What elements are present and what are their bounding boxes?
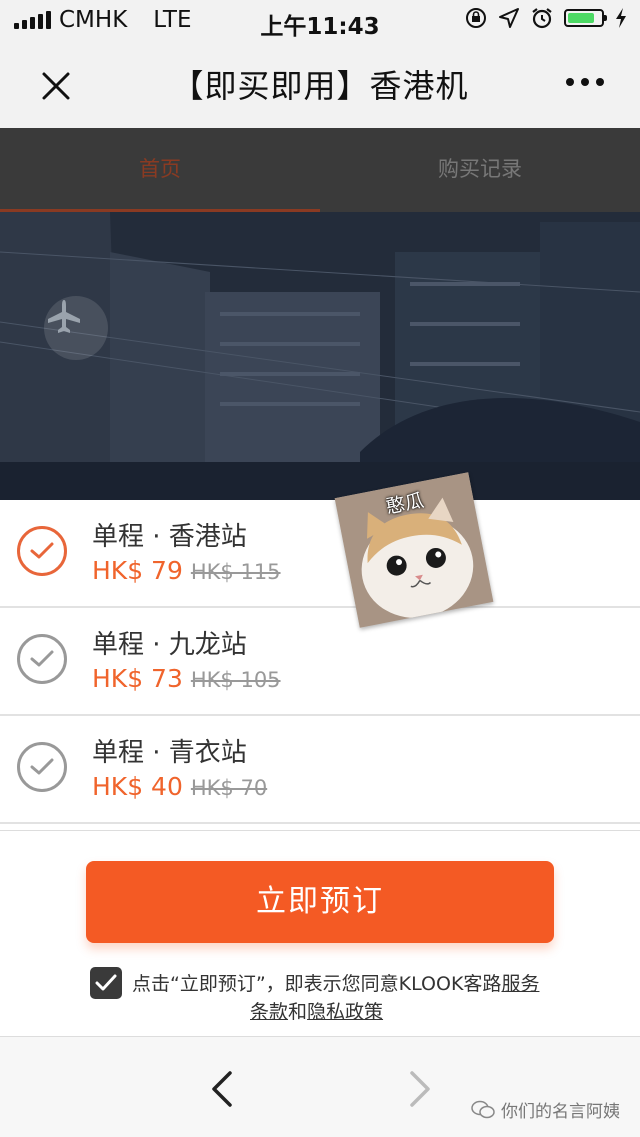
close-icon[interactable] (36, 66, 76, 106)
network-label: LTE (153, 7, 192, 33)
original-price: HK$ 115 (190, 560, 281, 584)
ticket-price: HK$ 40 (92, 772, 183, 801)
original-price: HK$ 105 (190, 668, 281, 692)
agreement-prefix: 点击“立即预订”，即表示您同意KLOOK客路 (132, 973, 502, 995)
ticket-price: HK$ 73 (92, 664, 183, 693)
cat-sticker: 憨瓜 (334, 472, 494, 628)
agreement-and: 和 (288, 1001, 308, 1023)
book-now-button[interactable]: 立即预订 (86, 861, 554, 943)
agreement-line-2: 条款和隐私政策 (250, 997, 383, 1024)
watermark-text: 你们的名言阿姨 (501, 1102, 620, 1122)
ticket-option-tsing-yi[interactable]: 单程 · 青衣站 HK$ 40 HK$ 70 (0, 716, 640, 824)
agree-checkbox[interactable] (90, 967, 122, 999)
airplane-icon (44, 296, 108, 360)
ticket-option-list: 单程 · 香港站 HK$ 79 HK$ 115 单程 · 九龙站 HK$ 73 … (0, 500, 640, 824)
radio-unselected-icon[interactable] (17, 742, 67, 792)
terms-link[interactable]: 服务 (501, 973, 539, 995)
radio-unselected-icon[interactable] (17, 634, 67, 684)
more-icon[interactable] (566, 78, 604, 86)
carrier-label: CMHK (59, 7, 128, 33)
status-bar: CMHK LTE 上午11:43 (0, 0, 640, 40)
ticket-option-name: 单程 · 香港站 (92, 522, 247, 552)
navigation-bar: 【即买即用】香港机 (0, 40, 640, 128)
terms-link-continued[interactable]: 条款 (250, 1001, 288, 1023)
agreement-text: 点击“立即预订”，即表示您同意KLOOK客路服务 (132, 971, 562, 997)
alarm-icon (532, 8, 552, 29)
back-arrow-icon[interactable] (208, 1069, 236, 1109)
status-icons (464, 6, 628, 30)
wechat-icon (471, 1100, 495, 1118)
privacy-policy-link[interactable]: 隐私政策 (307, 1001, 383, 1023)
price-row: HK$ 40 HK$ 70 (92, 772, 267, 801)
charging-icon (616, 8, 626, 28)
ticket-option-name: 单程 · 九龙站 (92, 630, 247, 660)
ticket-price: HK$ 79 (92, 556, 183, 585)
tab-bar: 首页 购买记录 (0, 128, 640, 212)
ticket-option-kowloon[interactable]: 单程 · 九龙站 HK$ 73 HK$ 105 (0, 608, 640, 716)
orientation-lock-icon (466, 8, 486, 28)
tab-purchase-history[interactable]: 购买记录 (320, 128, 640, 212)
tab-home[interactable]: 首页 (0, 128, 320, 212)
radio-selected-icon[interactable] (17, 526, 67, 576)
location-icon (499, 8, 519, 28)
browser-toolbar: 你们的名言阿姨 (0, 1036, 640, 1137)
ticket-option-hong-kong[interactable]: 单程 · 香港站 HK$ 79 HK$ 115 (0, 500, 640, 608)
ticket-option-name: 单程 · 青衣站 (92, 738, 247, 768)
price-row: HK$ 79 HK$ 115 (92, 556, 281, 585)
battery-icon (564, 9, 607, 27)
page-title: 【即买即用】香港机 (171, 67, 469, 105)
hero-image (0, 212, 640, 500)
booking-section: 立即预订 点击“立即预订”，即表示您同意KLOOK客路服务 条款和隐私政策 (0, 830, 640, 1036)
forward-arrow-icon[interactable] (406, 1069, 434, 1109)
signal-strength-icon (14, 11, 51, 29)
original-price: HK$ 70 (190, 776, 268, 800)
price-row: HK$ 73 HK$ 105 (92, 664, 281, 693)
watermark: 你们的名言阿姨 (471, 1097, 620, 1122)
